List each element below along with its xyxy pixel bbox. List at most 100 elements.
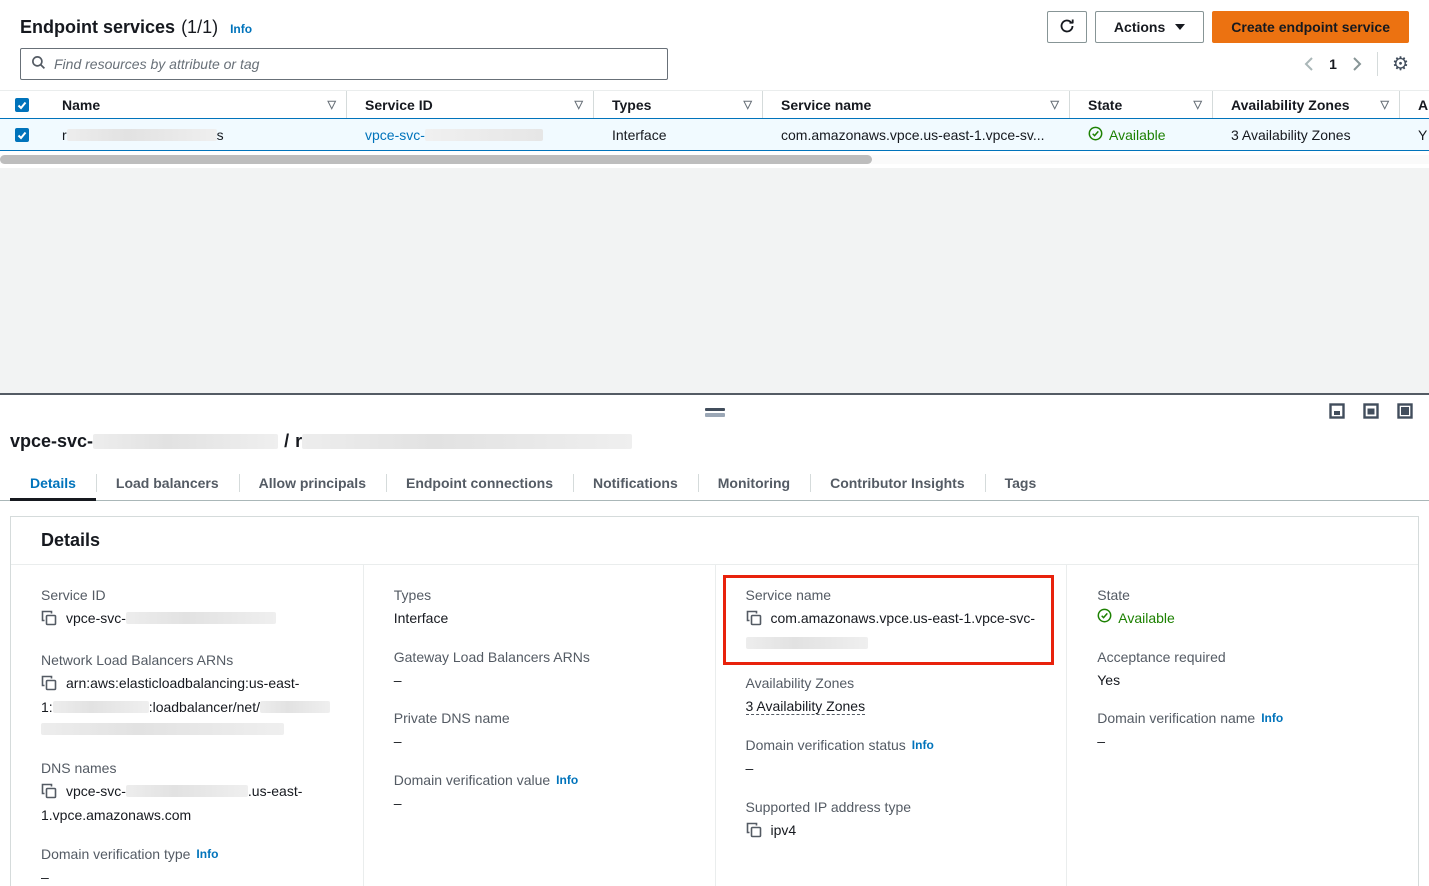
cell-name: rs [44,127,347,143]
column-header-acceptance[interactable]: A [1418,97,1428,113]
domain-verification-type-value: – [41,867,333,886]
availability-zones-popover-link[interactable]: 3 Availability Zones [1231,127,1351,143]
table-toolbar: 1 ⚙ [0,48,1429,80]
redacted-text [93,434,278,449]
sort-icon[interactable]: ▽ [744,98,752,111]
copy-icon[interactable] [746,610,762,633]
tab-contributor-insights[interactable]: Contributor Insights [810,468,985,500]
horizontal-scrollbar[interactable] [0,155,1429,164]
column-header-service-id[interactable]: Service ID [365,97,433,113]
sort-icon[interactable]: ▽ [1381,98,1389,111]
copy-icon[interactable] [41,783,57,806]
pagination-prev-button[interactable] [1303,57,1315,71]
split-panel-drag-handle[interactable] [703,406,727,419]
details-column-1: Service ID vpce-svc- Network Load Balanc… [11,565,363,886]
column-header-state[interactable]: State [1088,97,1122,113]
glb-arns-value: – [394,670,685,692]
domain-verification-status-label: Domain verification status [746,737,906,753]
copy-icon[interactable] [746,822,762,845]
pagination-current-page[interactable]: 1 [1329,56,1337,72]
tab-endpoint-connections[interactable]: Endpoint connections [386,468,573,500]
panel-size-medium-icon[interactable] [1361,401,1381,424]
tab-tags[interactable]: Tags [985,468,1057,500]
caret-down-icon [1175,24,1185,30]
column-header-name[interactable]: Name [62,97,100,113]
state-label: State [1097,587,1388,603]
actions-button[interactable]: Actions [1095,11,1204,43]
domain-verification-status-value: – [746,758,1037,780]
redacted-text [746,637,868,649]
info-link[interactable]: Info [1261,711,1283,725]
tab-allow-principals[interactable]: Allow principals [239,468,386,500]
column-header-types[interactable]: Types [612,97,651,113]
refresh-button[interactable] [1047,11,1087,43]
tab-monitoring[interactable]: Monitoring [698,468,810,500]
cell-service-name: com.amazonaws.vpce.us-east-1.vpce-sv... [763,127,1070,143]
redacted-text [425,129,543,141]
column-header-availability-zones[interactable]: Availability Zones [1231,97,1350,113]
copy-icon[interactable] [41,610,57,633]
tab-notifications[interactable]: Notifications [573,468,698,500]
panel-size-small-icon[interactable] [1327,401,1347,424]
types-label: Types [394,587,685,603]
availability-zones-popover-link[interactable]: 3 Availability Zones [746,698,866,715]
service-id-label: Service ID [41,587,333,603]
info-link[interactable]: Info [912,738,934,752]
pagination-next-button[interactable] [1351,57,1363,71]
content-background [0,168,1429,393]
sort-icon[interactable]: ▽ [328,98,336,111]
sort-icon[interactable]: ▽ [1194,98,1202,111]
select-all-checkbox[interactable] [15,98,29,112]
split-panel-title: vpce-svc- / r [10,431,1429,452]
panel-size-large-icon[interactable] [1395,401,1415,424]
tab-load-balancers[interactable]: Load balancers [96,468,239,500]
domain-verification-name-label: Domain verification name [1097,710,1255,726]
sort-icon[interactable]: ▽ [575,98,583,111]
refresh-icon [1059,18,1075,37]
private-dns-name-label: Private DNS name [394,710,685,726]
search-box[interactable] [20,48,668,80]
column-header-service-name[interactable]: Service name [781,97,871,113]
types-value: Interface [394,608,685,630]
domain-verification-value-value: – [394,793,685,815]
sort-icon[interactable]: ▽ [1051,98,1059,111]
dns-names-label: DNS names [41,760,333,776]
private-dns-name-value: – [394,731,685,753]
details-column-4: State Available Acceptance required Yes … [1066,565,1418,886]
supported-ip-value: ipv4 [771,822,797,838]
tab-details[interactable]: Details [10,468,96,500]
details-card-heading: Details [11,517,1418,565]
redacted-text [41,723,284,735]
nlb-arns-label: Network Load Balancers ARNs [41,652,333,668]
page-title: Endpoint services [20,17,175,38]
page-header: Endpoint services (1/1) Info Actions Cre… [0,0,1429,42]
redacted-text [126,785,248,797]
redacted-text [67,129,217,141]
acceptance-required-value: Yes [1097,670,1388,692]
availability-zones-label: Availability Zones [746,675,1037,691]
redacted-text [126,612,276,624]
create-button-label: Create endpoint service [1231,19,1390,35]
preferences-gear-icon[interactable]: ⚙ [1392,55,1409,74]
create-endpoint-service-button[interactable]: Create endpoint service [1212,11,1409,43]
info-link[interactable]: Info [196,847,218,861]
glb-arns-label: Gateway Load Balancers ARNs [394,649,685,665]
scrollbar-thumb[interactable] [0,155,872,164]
copy-icon[interactable] [41,675,57,698]
redacted-text [53,701,149,713]
row-checkbox[interactable] [15,128,29,142]
search-input[interactable] [54,56,657,72]
success-check-icon [1088,126,1103,144]
page-info-link[interactable]: Info [230,22,252,36]
details-column-2: Types Interface Gateway Load Balancers A… [363,565,715,886]
table-row[interactable]: rs vpce-svc- Interface com.amazonaws.vpc… [0,118,1429,151]
state-badge: Available [1097,608,1388,630]
info-link[interactable]: Info [556,773,578,787]
success-check-icon [1097,608,1112,630]
table-header-row: Name ▽ Service ID ▽ Types ▽ Service name ▽ S… [0,90,1429,118]
service-id-link[interactable]: vpce-svc- [365,127,543,143]
cell-acceptance: Y [1400,127,1429,143]
supported-ip-label: Supported IP address type [746,799,1037,815]
domain-verification-value-label: Domain verification value [394,772,550,788]
domain-verification-name-value: – [1097,731,1388,753]
